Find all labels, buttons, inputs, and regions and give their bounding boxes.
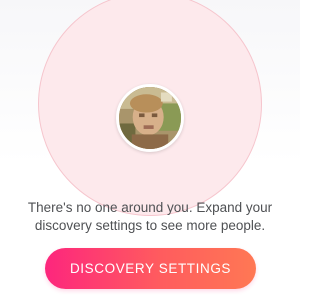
profile-photo [119,87,181,149]
profile-avatar [116,84,184,152]
empty-state-message: There's no one around you. Expand your d… [27,200,273,233]
discovery-empty-state: There's no one around you. Expand your d… [0,0,300,298]
discovery-settings-button[interactable]: DISCOVERY SETTINGS [45,248,256,289]
